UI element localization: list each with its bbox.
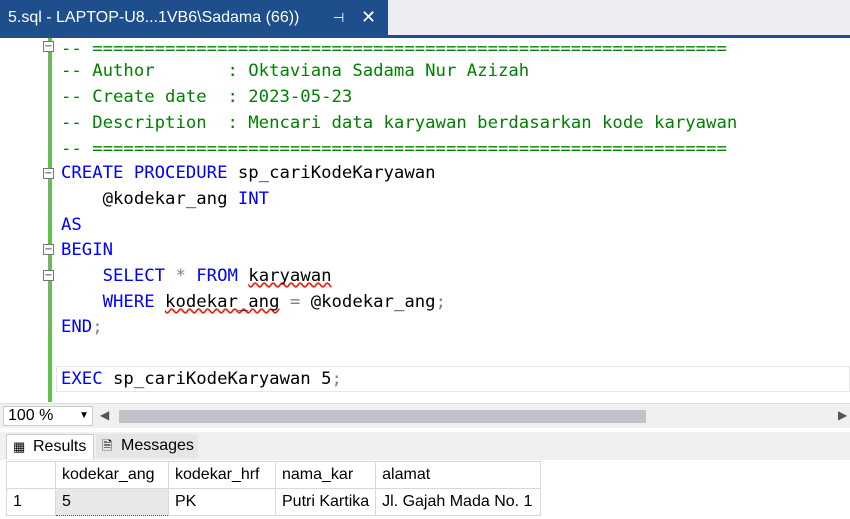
fold-line: [48, 52, 49, 155]
code-line: EXEC sp_cariKodeKaryawan 5;: [61, 366, 342, 392]
code-line: CREATE PROCEDURE sp_cariKodeKaryawan: [61, 160, 436, 186]
sql-editor[interactable]: − − − − -- =============================…: [0, 38, 850, 402]
code-line: BEGIN: [61, 240, 114, 260]
table-cell[interactable]: Jl. Gajah Mada No. 1: [375, 488, 542, 516]
code-line: SELECT * FROM karyawan: [61, 263, 332, 289]
row-number[interactable]: 1: [6, 488, 56, 516]
scroll-left-icon[interactable]: ◀: [100, 408, 109, 422]
fold-line: [48, 255, 49, 335]
table-row: 1 5 PK Putri Kartika Jl. Gajah Mada No. …: [6, 488, 542, 516]
table-cell[interactable]: PK: [168, 488, 276, 516]
keyword: END: [61, 317, 93, 337]
chevron-down-icon: ▼: [79, 410, 89, 421]
keyword: CREATE PROCEDURE: [61, 163, 228, 183]
tab-messages-label: Messages: [121, 437, 194, 454]
operator: =: [279, 292, 311, 312]
tab-messages[interactable]: 🗎 Messages: [96, 434, 198, 458]
results-table: kodekar_ang kodekar_hrf nama_kar alamat …: [6, 461, 542, 516]
identifier: @kodekar_ang: [61, 189, 228, 209]
code-line: -- Create date : 2023-05-23: [61, 87, 353, 107]
column-header[interactable]: nama_kar: [274, 461, 377, 489]
table-cell[interactable]: 5: [55, 488, 169, 516]
keyword: EXEC: [61, 369, 103, 389]
code-line: @kodekar_ang INT: [61, 186, 269, 212]
column-header[interactable]: alamat: [375, 461, 542, 489]
identifier: sp_cariKodeKaryawan: [227, 163, 436, 183]
fold-collapse-icon[interactable]: −: [43, 270, 54, 281]
keyword: INT: [227, 189, 270, 209]
code-line: -- Author : Oktaviana Sadama Nur Azizah: [61, 61, 530, 81]
message-icon: 🗎: [102, 438, 113, 453]
code-line: WHERE kodekar_ang = @kodekar_ang;: [61, 289, 446, 315]
fold-collapse-icon[interactable]: −: [43, 41, 54, 52]
query-tab[interactable]: 5.sql - LAPTOP-U8...1VB6\Sadama (66)) ⊣ …: [0, 0, 388, 35]
fold-line: [48, 179, 49, 219]
horizontal-scrollbar-thumb[interactable]: [119, 410, 646, 423]
header-row: kodekar_ang kodekar_hrf nama_kar alamat: [6, 461, 542, 489]
results-grid[interactable]: kodekar_ang kodekar_hrf nama_kar alamat …: [6, 461, 850, 519]
column-header[interactable]: kodekar_hrf: [168, 461, 276, 489]
close-icon[interactable]: ✕: [361, 0, 376, 35]
identifier: sp_cariKodeKaryawan 5: [102, 369, 332, 389]
identifier: kodekar_ang: [165, 292, 280, 312]
identifier: @kodekar_ang: [310, 292, 436, 312]
grid-icon: ▦: [13, 439, 26, 454]
operator: ;: [435, 292, 446, 312]
column-header[interactable]: kodekar_ang: [55, 461, 169, 489]
results-tab-strip: ▦ Results 🗎 Messages: [0, 432, 850, 460]
scroll-right-icon[interactable]: ▶: [838, 408, 847, 422]
fold-collapse-icon[interactable]: −: [43, 244, 54, 255]
row-number-header: [6, 461, 56, 489]
pin-icon[interactable]: ⊣: [333, 0, 344, 35]
code-line: END;: [61, 314, 103, 340]
zoom-value: 100 %: [8, 407, 54, 424]
fold-collapse-icon[interactable]: −: [43, 168, 54, 179]
tab-title: 5.sql - LAPTOP-U8...1VB6\Sadama (66)): [8, 9, 300, 26]
table-cell[interactable]: Putri Kartika: [274, 488, 377, 516]
zoom-dropdown[interactable]: 100 % ▼: [3, 406, 93, 426]
tab-results-label: Results: [33, 438, 87, 455]
tab-results[interactable]: ▦ Results: [6, 434, 94, 459]
zoom-bar: 100 % ▼ ◀ ▶: [0, 403, 850, 428]
code-line: -- Description : Mencari data karyawan b…: [61, 113, 738, 133]
keyword: SELECT: [61, 266, 166, 286]
operator: *: [165, 266, 197, 286]
operator: ;: [331, 369, 342, 389]
code-line: AS: [61, 215, 82, 235]
keyword: FROM: [196, 266, 238, 286]
operator: ;: [92, 317, 103, 337]
identifier: karyawan: [248, 266, 332, 286]
code-line: -- =====================================…: [61, 139, 727, 159]
keyword: WHERE: [61, 292, 155, 312]
title-bar: 5.sql - LAPTOP-U8...1VB6\Sadama (66)) ⊣ …: [0, 0, 850, 35]
